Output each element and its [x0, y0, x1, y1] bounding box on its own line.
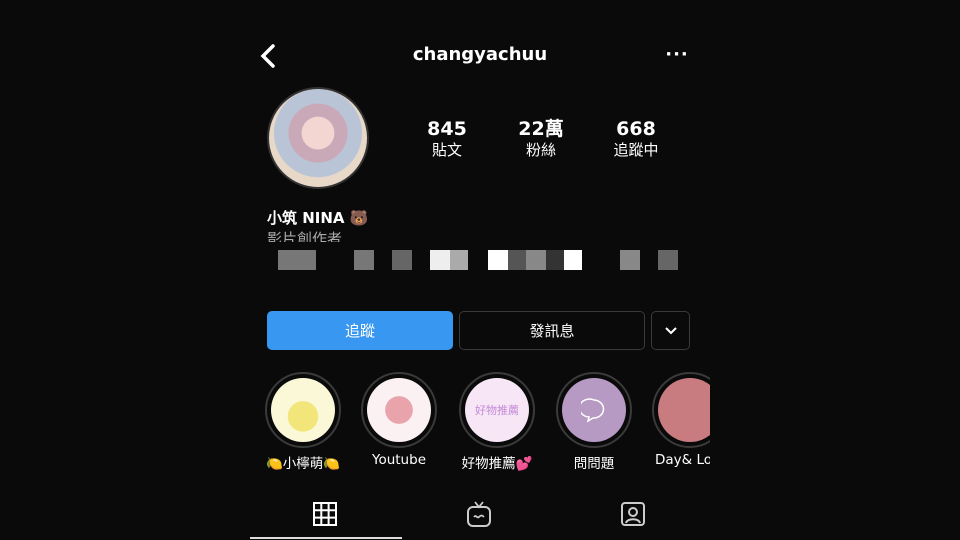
highlight-cover: 好物推薦: [465, 378, 529, 442]
avatar[interactable]: [267, 87, 369, 189]
grid-icon: [313, 502, 337, 526]
igtv-icon: [467, 501, 491, 527]
stat-following[interactable]: 668 追蹤中: [591, 118, 681, 160]
tab-igtv[interactable]: [465, 500, 495, 528]
stat-label: 追蹤中: [613, 141, 659, 159]
highlight-5[interactable]: [652, 372, 710, 448]
profile-bio: 影片創作者: [267, 230, 343, 242]
chevron-down-icon: [664, 326, 677, 334]
highlight-label: 問問題: [573, 456, 615, 472]
tab-posts-grid[interactable]: [311, 500, 341, 528]
tagged-icon: [621, 502, 645, 526]
username-title: changyachuu: [412, 44, 548, 65]
highlight-5-clip: [652, 372, 710, 448]
highlight-2[interactable]: [361, 372, 437, 448]
stat-value: 668: [616, 118, 656, 140]
highlight-label: 好物推薦💕: [461, 456, 533, 472]
more-options-button[interactable]: ···: [662, 44, 692, 68]
highlight-label: Day& Lo: [655, 452, 710, 468]
back-button[interactable]: [258, 42, 278, 70]
tab-tagged[interactable]: [619, 500, 649, 528]
highlight-cover: [658, 378, 710, 442]
highlight-1[interactable]: [265, 372, 341, 448]
stat-label: 粉絲: [525, 141, 556, 159]
chevron-left-icon: [260, 44, 275, 68]
highlight-label: Youtube: [372, 452, 426, 468]
highlight-cover: [562, 378, 626, 442]
follow-button[interactable]: 追蹤: [267, 311, 453, 350]
suggested-dropdown-button[interactable]: [651, 311, 690, 350]
active-tab-indicator: [250, 537, 402, 539]
highlight-cover: [367, 378, 431, 442]
message-button[interactable]: 發訊息: [459, 311, 645, 350]
highlight-label: 🍋小檸萌🍋: [265, 456, 341, 472]
highlight-3[interactable]: 好物推薦: [459, 372, 535, 448]
highlight-4[interactable]: [556, 372, 632, 448]
stat-value: 22萬: [518, 118, 564, 140]
highlight-cover: [271, 378, 335, 442]
chat-bubble-icon: [581, 398, 605, 423]
stat-followers[interactable]: 22萬 粉絲: [496, 118, 586, 160]
profile-name: 小筑 NINA 🐻: [267, 209, 369, 227]
stat-label: 貼文: [431, 141, 462, 159]
stat-posts[interactable]: 845 貼文: [402, 118, 492, 160]
stat-value: 845: [427, 118, 467, 140]
